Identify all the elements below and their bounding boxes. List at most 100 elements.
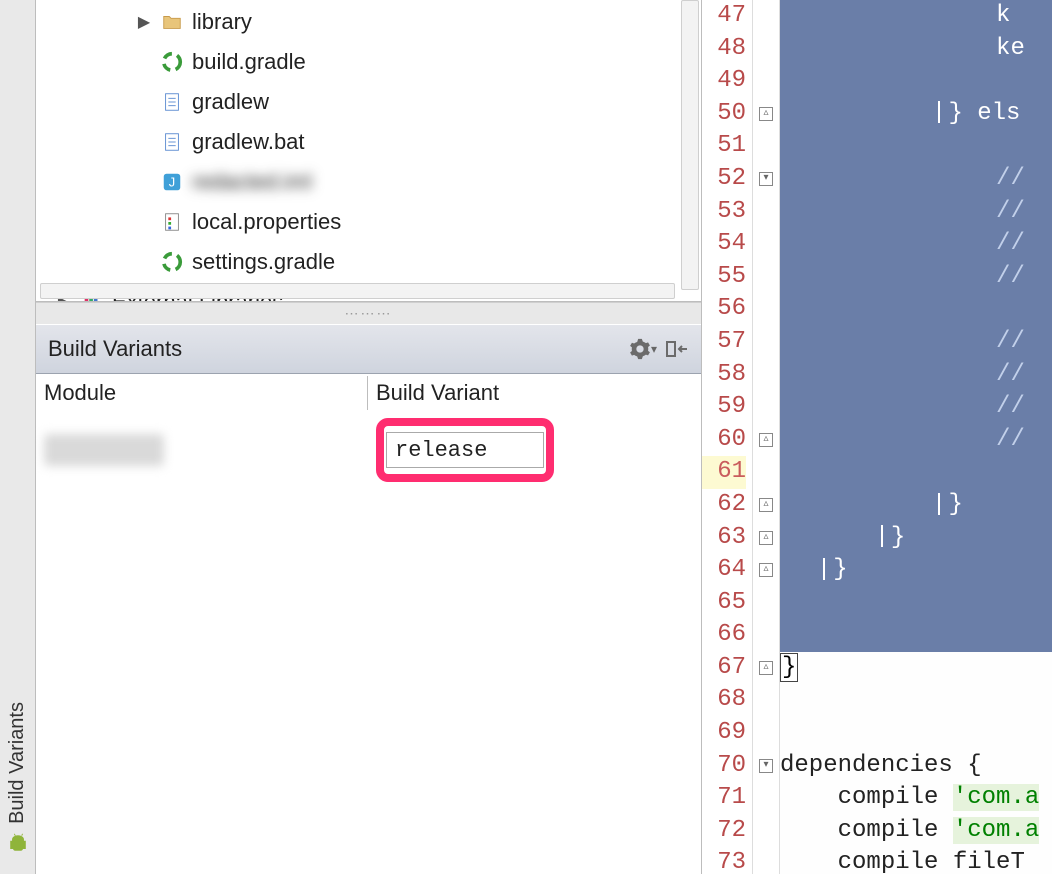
fold-expand-icon[interactable]: ▵ bbox=[759, 531, 773, 545]
column-header-variant[interactable]: Build Variant bbox=[368, 376, 701, 410]
fold-gutter-cell bbox=[753, 359, 779, 392]
fold-collapse-icon[interactable]: ▾ bbox=[759, 172, 773, 186]
column-header-module[interactable]: Module bbox=[36, 376, 368, 410]
fold-gutter-cell bbox=[753, 391, 779, 424]
fold-collapse-icon[interactable]: ▾ bbox=[759, 759, 773, 773]
project-tree[interactable]: ▶ library build.gradle bbox=[36, 0, 701, 302]
code-line[interactable]: // bbox=[780, 359, 1052, 392]
fold-gutter-cell bbox=[753, 619, 779, 652]
gradle-icon bbox=[160, 50, 184, 74]
line-number: 52 bbox=[702, 163, 746, 196]
build-variant-select[interactable]: release bbox=[386, 432, 544, 468]
fold-expand-icon[interactable]: ▵ bbox=[759, 433, 773, 447]
fold-gutter-cell[interactable]: ▾ bbox=[753, 163, 779, 196]
fold-gutter-cell[interactable]: ▵ bbox=[753, 424, 779, 457]
line-number: 65 bbox=[702, 587, 746, 620]
line-number: 58 bbox=[702, 359, 746, 392]
code-line[interactable] bbox=[780, 65, 1052, 98]
tree-item-library[interactable]: ▶ library bbox=[96, 2, 701, 42]
tree-item-local-properties[interactable]: local.properties bbox=[96, 202, 701, 242]
code-line[interactable] bbox=[780, 619, 1052, 652]
code-line[interactable]: } bbox=[780, 489, 1052, 522]
android-icon bbox=[7, 832, 29, 854]
line-number: 55 bbox=[702, 261, 746, 294]
code-line[interactable]: // bbox=[780, 228, 1052, 261]
line-number: 68 bbox=[702, 684, 746, 717]
line-number: 61 bbox=[702, 456, 746, 489]
tree-item-settings-gradle[interactable]: settings.gradle bbox=[96, 242, 701, 282]
fold-expand-icon[interactable]: ▵ bbox=[759, 563, 773, 577]
fold-expand-icon[interactable]: ▵ bbox=[759, 661, 773, 675]
tree-item-build-gradle[interactable]: build.gradle bbox=[96, 42, 701, 82]
left-tool-rail: Build Variants bbox=[0, 0, 36, 874]
svg-text:J: J bbox=[169, 175, 175, 190]
tree-item-iml[interactable]: J redacted.iml bbox=[96, 162, 701, 202]
module-cell[interactable] bbox=[36, 412, 368, 488]
line-number: 60 bbox=[702, 424, 746, 457]
tree-item-gradlew-bat[interactable]: gradlew.bat bbox=[96, 122, 701, 162]
code-line[interactable]: // bbox=[780, 391, 1052, 424]
vertical-scrollbar[interactable] bbox=[681, 0, 699, 290]
line-number: 66 bbox=[702, 619, 746, 652]
fold-gutter-cell bbox=[753, 196, 779, 229]
fold-gutter-cell[interactable]: ▵ bbox=[753, 489, 779, 522]
code-line[interactable]: // bbox=[780, 163, 1052, 196]
fold-expand-icon[interactable]: ▵ bbox=[759, 107, 773, 121]
code-line[interactable]: // bbox=[780, 326, 1052, 359]
code-line[interactable]: } bbox=[780, 652, 1052, 685]
line-number: 63 bbox=[702, 522, 746, 555]
code-line[interactable] bbox=[780, 456, 1052, 489]
tree-label: build.gradle bbox=[192, 49, 306, 75]
line-number: 67 bbox=[702, 652, 746, 685]
rail-tab-label: Build Variants bbox=[6, 702, 29, 824]
code-line[interactable] bbox=[780, 293, 1052, 326]
folder-icon bbox=[160, 10, 184, 34]
code-editor[interactable]: 4748495051525354555657585960616263646566… bbox=[702, 0, 1052, 874]
code-line[interactable]: dependencies { bbox=[780, 750, 1052, 783]
line-number: 56 bbox=[702, 293, 746, 326]
fold-gutter-cell bbox=[753, 782, 779, 815]
code-line[interactable]: // bbox=[780, 261, 1052, 294]
code-line[interactable]: } bbox=[780, 554, 1052, 587]
fold-gutter-cell[interactable]: ▵ bbox=[753, 554, 779, 587]
code-line[interactable]: ke bbox=[780, 33, 1052, 66]
fold-gutter-cell[interactable]: ▵ bbox=[753, 652, 779, 685]
build-variants-table: Module Build Variant release bbox=[36, 374, 701, 874]
gear-icon[interactable]: ▾ bbox=[629, 338, 657, 360]
code-area[interactable]: k ke } els // // // // // // // // } } } bbox=[780, 0, 1052, 874]
code-line[interactable]: k bbox=[780, 0, 1052, 33]
fold-gutter-cell bbox=[753, 815, 779, 848]
code-line[interactable]: compile 'com.a bbox=[780, 782, 1052, 815]
tree-label: gradlew bbox=[192, 89, 269, 115]
rail-tab-build-variants[interactable]: Build Variants bbox=[6, 654, 29, 854]
code-line[interactable]: } bbox=[780, 522, 1052, 555]
code-line[interactable]: compile 'com.a bbox=[780, 815, 1052, 848]
line-number: 69 bbox=[702, 717, 746, 750]
line-number: 48 bbox=[702, 33, 746, 66]
code-line[interactable] bbox=[780, 130, 1052, 163]
line-number: 71 bbox=[702, 782, 746, 815]
tree-item-gradlew[interactable]: gradlew bbox=[96, 82, 701, 122]
fold-expand-icon[interactable]: ▵ bbox=[759, 498, 773, 512]
line-number: 49 bbox=[702, 65, 746, 98]
table-header: Module Build Variant bbox=[36, 374, 701, 412]
line-number: 53 bbox=[702, 196, 746, 229]
code-line[interactable] bbox=[780, 717, 1052, 750]
code-line[interactable]: compile fileT bbox=[780, 847, 1052, 874]
tree-label-redacted: redacted.iml bbox=[192, 169, 312, 195]
code-line[interactable] bbox=[780, 587, 1052, 620]
fold-gutter[interactable]: ▵▾▵▵▵▵▵▾▵ bbox=[752, 0, 780, 874]
fold-gutter-cell bbox=[753, 293, 779, 326]
hide-panel-icon[interactable] bbox=[665, 339, 689, 359]
panel-resize-handle[interactable]: ⋯⋯⋯ bbox=[36, 302, 701, 324]
fold-gutter-cell[interactable]: ▾ bbox=[753, 750, 779, 783]
fold-gutter-cell[interactable]: ▵ bbox=[753, 98, 779, 131]
code-line[interactable]: // bbox=[780, 196, 1052, 229]
expand-arrow-icon[interactable]: ▶ bbox=[136, 12, 152, 32]
horizontal-scrollbar[interactable] bbox=[40, 283, 675, 299]
code-line[interactable]: } els bbox=[780, 98, 1052, 131]
code-line[interactable]: // bbox=[780, 424, 1052, 457]
fold-gutter-cell[interactable]: ▵ bbox=[753, 522, 779, 555]
gradle-icon bbox=[160, 250, 184, 274]
code-line[interactable] bbox=[780, 684, 1052, 717]
